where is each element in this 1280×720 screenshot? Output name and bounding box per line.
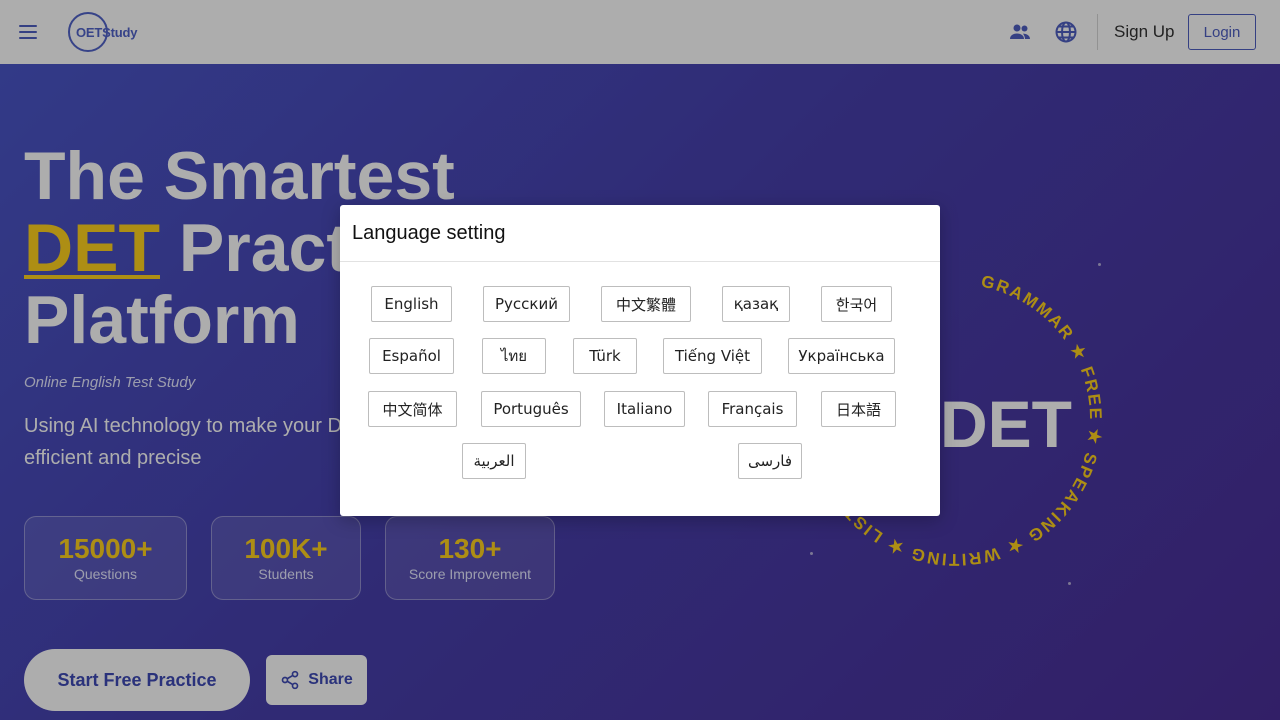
language-option-ukrainian[interactable]: Українська xyxy=(788,338,895,374)
language-option-kazakh[interactable]: қазақ xyxy=(722,286,790,322)
language-option-russian[interactable]: Русский xyxy=(483,286,570,322)
language-option-english[interactable]: English xyxy=(371,286,452,322)
language-option-japanese[interactable]: 日本語 xyxy=(821,391,896,427)
language-option-thai[interactable]: ไทย xyxy=(482,338,546,374)
language-option-spanish[interactable]: Español xyxy=(369,338,454,374)
language-option-portuguese[interactable]: Português xyxy=(481,391,581,427)
language-option-italian[interactable]: Italiano xyxy=(604,391,685,427)
language-option-arabic[interactable]: العربية xyxy=(462,443,526,479)
dialog-title: Language setting xyxy=(352,222,506,244)
language-option-turkish[interactable]: Türk xyxy=(573,338,637,374)
language-option-traditional-chinese[interactable]: 中文繁體 xyxy=(601,286,691,322)
language-option-persian[interactable]: فارسی xyxy=(738,443,802,479)
language-option-french[interactable]: Français xyxy=(708,391,797,427)
dialog-divider xyxy=(340,261,940,262)
language-setting-dialog: Language setting English Русский 中文繁體 қа… xyxy=(340,205,940,516)
language-option-korean[interactable]: 한국어 xyxy=(821,286,892,322)
language-option-vietnamese[interactable]: Tiếng Việt xyxy=(663,338,762,374)
language-option-simplified-chinese[interactable]: 中文简体 xyxy=(368,391,457,427)
